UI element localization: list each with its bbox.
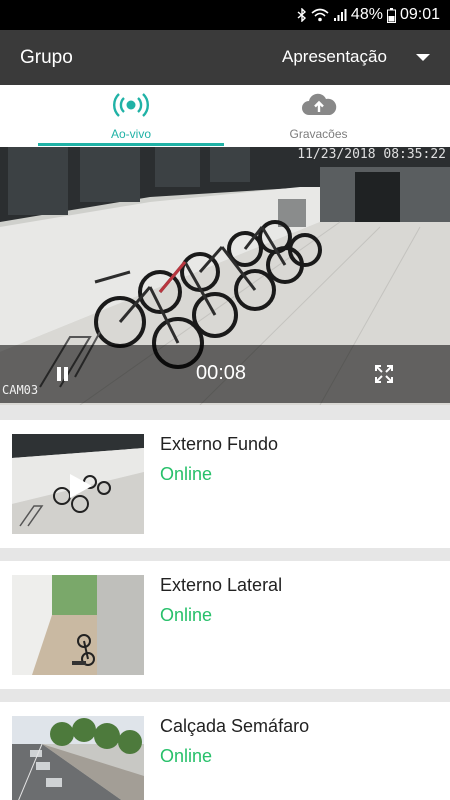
- camera-thumbnail: [12, 716, 144, 800]
- camera-status: Online: [160, 605, 213, 625]
- chevron-down-icon[interactable]: [416, 54, 430, 61]
- video-timestamp: 11/23/2018 08:35:22: [297, 147, 446, 162]
- tab-ao-vivo[interactable]: Ao-vivo: [38, 85, 224, 147]
- elapsed-time: 00:08: [196, 362, 247, 384]
- fullscreen-icon[interactable]: [374, 364, 394, 384]
- group-selector[interactable]: Apresentação: [282, 47, 387, 67]
- bluetooth-icon: [297, 8, 307, 22]
- active-tab-indicator: [38, 143, 224, 146]
- tab-bar: Ao-vivo Gravacões: [0, 85, 450, 147]
- camera-thumbnail: [12, 575, 144, 675]
- camera-card-calcada-semafaro[interactable]: Calçada Semáfaro Online: [0, 702, 450, 800]
- signal-icon: [333, 8, 347, 22]
- camera-name: Externo Fundo: [160, 434, 279, 454]
- status-bar: 48% 09:01: [0, 0, 450, 30]
- camera-card-externo-fundo[interactable]: Externo Fundo Online: [0, 420, 450, 548]
- battery-icon: [386, 7, 396, 23]
- cloud-upload-icon: [300, 91, 338, 122]
- camera-card-externo-lateral[interactable]: Externo Lateral Online: [0, 561, 450, 689]
- camera-name: Externo Lateral: [160, 575, 283, 595]
- tab-gravacoes-label: Gravacões: [289, 127, 348, 141]
- camera-name: Calçada Semáfaro: [160, 716, 310, 736]
- app-bar: Grupo Apresentação: [0, 30, 450, 85]
- battery-percent: 48%: [350, 6, 383, 23]
- camera-list: Externo Fundo Online Externo Lateral Onl…: [0, 405, 450, 800]
- camera-label: CAM03: [2, 383, 39, 397]
- clock: 09:01: [399, 6, 440, 23]
- camera-status: Online: [160, 746, 213, 766]
- camera-status: Online: [160, 464, 213, 484]
- player-controls: 00:08: [0, 345, 450, 403]
- page-title: Grupo: [20, 47, 73, 68]
- live-video-player[interactable]: 11/23/2018 08:35:22 00:08 CAM03: [0, 147, 450, 405]
- camera-thumbnail: [12, 434, 144, 534]
- tab-ao-vivo-label: Ao-vivo: [110, 127, 151, 141]
- tab-gravacoes[interactable]: Gravacões: [225, 85, 412, 147]
- live-broadcast-icon: [112, 91, 150, 122]
- pause-icon[interactable]: [57, 367, 71, 381]
- wifi-icon: [311, 8, 329, 22]
